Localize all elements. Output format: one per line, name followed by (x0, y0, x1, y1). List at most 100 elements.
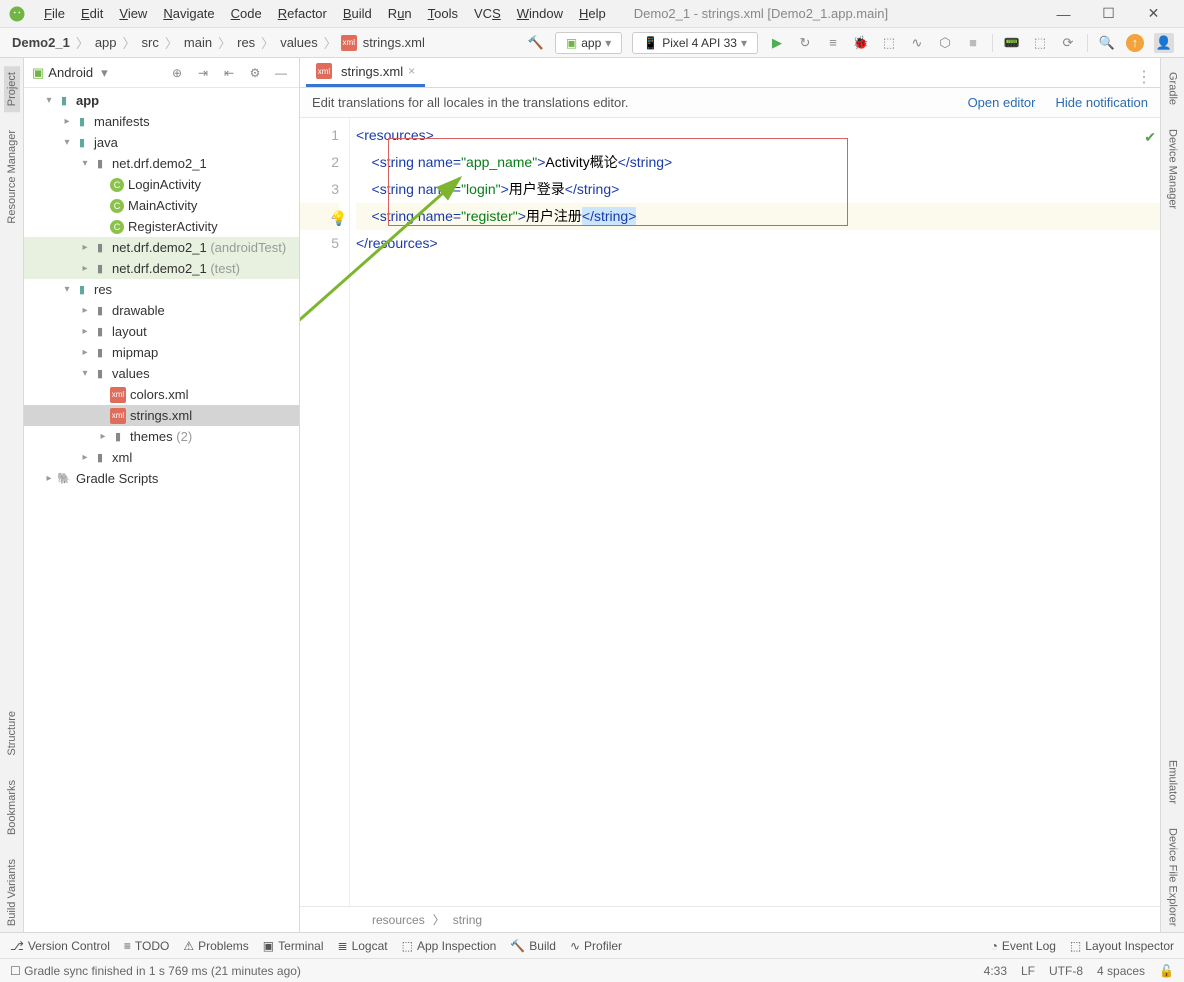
crumb-values[interactable]: values (278, 35, 320, 50)
run-icon[interactable]: ▶ (768, 34, 786, 52)
menu-view[interactable]: View (111, 4, 155, 23)
coverage-icon[interactable]: ⬚ (880, 34, 898, 52)
crumb-main[interactable]: main (182, 35, 214, 50)
tab-resource-manager[interactable]: Resource Manager (4, 124, 20, 230)
menu-run[interactable]: Run (380, 4, 420, 23)
close-button[interactable]: ✕ (1131, 0, 1176, 28)
tab-gradle[interactable]: Gradle (1165, 66, 1181, 111)
project-view-selector[interactable]: ▣Android▾ (32, 65, 108, 81)
crumb-res[interactable]: res (235, 35, 257, 50)
tree-xml[interactable]: ▸▮xml (24, 447, 299, 468)
search-icon[interactable]: 🔍 (1098, 34, 1116, 52)
hide-icon[interactable]: — (271, 63, 291, 83)
tree-pkg-androidtest[interactable]: ▸▮net.drf.demo2_1 (androidTest) (24, 237, 299, 258)
tree-pkg-test[interactable]: ▸▮net.drf.demo2_1 (test) (24, 258, 299, 279)
tree-colors-xml[interactable]: xmlcolors.xml (24, 384, 299, 405)
run-config-dropdown[interactable]: ▣app▾ (555, 32, 622, 54)
sync-icon[interactable]: ⟳ (1059, 34, 1077, 52)
collapse-icon[interactable]: ⇤ (219, 63, 239, 83)
tree-values[interactable]: ▾▮values (24, 363, 299, 384)
tree-drawable[interactable]: ▸▮drawable (24, 300, 299, 321)
avatar-icon[interactable]: 👤 (1154, 33, 1174, 53)
apply-code-icon[interactable]: ≡ (824, 34, 842, 52)
close-tab-icon[interactable]: × (408, 64, 415, 78)
tab-emulator[interactable]: Emulator (1165, 754, 1181, 810)
intention-bulb-icon[interactable]: 💡 (330, 205, 347, 232)
tab-terminal[interactable]: ▣ Terminal (263, 939, 324, 953)
menu-window[interactable]: Window (509, 4, 571, 23)
menu-navigate[interactable]: Navigate (155, 4, 222, 23)
minimize-button[interactable]: — (1041, 0, 1086, 28)
crumb-src[interactable]: src (140, 35, 161, 50)
inspection-ok-icon[interactable]: ✔ (1144, 124, 1156, 151)
updates-icon[interactable]: ↑ (1126, 34, 1144, 52)
menu-code[interactable]: Code (223, 4, 270, 23)
tab-layout-inspector[interactable]: ⬚ Layout Inspector (1070, 939, 1174, 953)
crumb-project[interactable]: Demo2_1 (10, 35, 72, 50)
menu-vcs[interactable]: VCS (466, 4, 509, 23)
menu-help[interactable]: Help (571, 4, 614, 23)
device-dropdown[interactable]: 📱Pixel 4 API 33▾ (632, 32, 758, 54)
tree-layout[interactable]: ▸▮layout (24, 321, 299, 342)
tree-themes[interactable]: ▸▮themes (2) (24, 426, 299, 447)
crumb-resources[interactable]: resources (372, 913, 425, 927)
maximize-button[interactable]: ☐ (1086, 0, 1131, 28)
tree-login-activity[interactable]: CLoginActivity (24, 174, 299, 195)
tree-main-activity[interactable]: CMainActivity (24, 195, 299, 216)
tree-pkg[interactable]: ▾▮net.drf.demo2_1 (24, 153, 299, 174)
tree-res[interactable]: ▾▮res (24, 279, 299, 300)
tab-profiler[interactable]: ∿ Profiler (570, 939, 622, 953)
menu-tools[interactable]: Tools (420, 4, 466, 23)
tree-strings-xml[interactable]: xmlstrings.xml (24, 405, 299, 426)
avd-icon[interactable]: 📟 (1003, 34, 1021, 52)
tab-version-control[interactable]: ⎇ Version Control (10, 939, 110, 953)
code-line-5[interactable]: </resources> (356, 230, 1160, 257)
tree-gradle-scripts[interactable]: ▸🐘Gradle Scripts (24, 468, 299, 489)
tab-structure[interactable]: Structure (4, 705, 20, 762)
tree-java[interactable]: ▾▮java (24, 132, 299, 153)
hide-notification-link[interactable]: Hide notification (1056, 95, 1149, 110)
tab-todo[interactable]: ≡ TODO (124, 939, 169, 953)
status-indent[interactable]: 4 spaces (1097, 964, 1145, 978)
select-opened-icon[interactable]: ⊕ (167, 63, 187, 83)
tab-logcat[interactable]: ≣ Logcat (338, 939, 388, 953)
settings-icon[interactable]: ⚙ (245, 63, 265, 83)
open-editor-link[interactable]: Open editor (968, 95, 1036, 110)
tab-app-inspection[interactable]: ⬚ App Inspection (402, 939, 497, 953)
status-encoding[interactable]: UTF-8 (1049, 964, 1083, 978)
menu-edit[interactable]: Edit (73, 4, 111, 23)
menu-refactor[interactable]: Refactor (270, 4, 335, 23)
attach-debugger-icon[interactable]: ⬡ (936, 34, 954, 52)
profiler-icon[interactable]: ∿ (908, 34, 926, 52)
expand-icon[interactable]: ⇥ (193, 63, 213, 83)
tab-build[interactable]: 🔨 Build (510, 939, 556, 953)
tab-device-file-explorer[interactable]: Device File Explorer (1165, 822, 1181, 932)
apply-changes-icon[interactable]: ↻ (796, 34, 814, 52)
crumb-file[interactable]: strings.xml (361, 35, 427, 50)
tree-mipmap[interactable]: ▸▮mipmap (24, 342, 299, 363)
tab-project[interactable]: Project (4, 66, 20, 112)
status-caret-pos[interactable]: 4:33 (984, 964, 1007, 978)
tree-manifests[interactable]: ▸▮manifests (24, 111, 299, 132)
tab-event-log[interactable]: ◔ Event Log (991, 939, 1056, 953)
editor-more-icon[interactable]: ⋮ (1136, 67, 1160, 87)
sdk-icon[interactable]: ⬚ (1031, 34, 1049, 52)
tree-register-activity[interactable]: CRegisterActivity (24, 216, 299, 237)
tree-app[interactable]: ▾▮app (24, 90, 299, 111)
crumb-app[interactable]: app (93, 35, 119, 50)
tab-bookmarks[interactable]: Bookmarks (4, 774, 20, 841)
status-line-separator[interactable]: LF (1021, 964, 1035, 978)
tab-strings-xml[interactable]: xml strings.xml × (306, 58, 425, 87)
crumb-string[interactable]: string (453, 913, 482, 927)
tab-problems[interactable]: ⚠ Problems (183, 939, 248, 953)
stop-icon[interactable]: ■ (964, 34, 982, 52)
debug-icon[interactable]: 🐞 (852, 34, 870, 52)
menu-build[interactable]: Build (335, 4, 380, 23)
status-readonly-icon[interactable]: 🔓 (1159, 964, 1174, 978)
hammer-icon[interactable]: 🔨 (527, 34, 545, 52)
menu-file[interactable]: File (36, 4, 73, 23)
tab-build-variants[interactable]: Build Variants (4, 853, 20, 932)
code-editor[interactable]: 12345 💡 ✔ <resources> <string name="app_… (300, 118, 1160, 906)
tab-device-manager[interactable]: Device Manager (1165, 123, 1181, 215)
project-tree[interactable]: ▾▮app ▸▮manifests ▾▮java ▾▮net.drf.demo2… (24, 88, 299, 932)
